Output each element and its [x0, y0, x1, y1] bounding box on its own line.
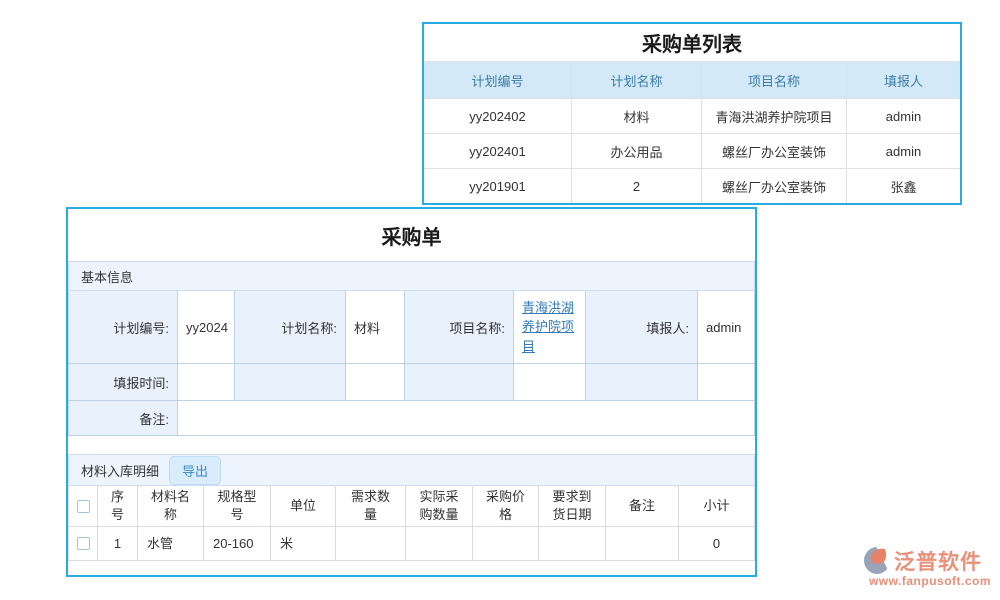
row-select-cell — [69, 527, 98, 560]
table-row[interactable]: yy202401 办公用品 螺丝厂办公室装饰 admin — [424, 133, 960, 168]
cell-plan-no: yy202402 — [424, 99, 572, 133]
column-header-unit: 单位 — [271, 486, 336, 526]
purchase-order-form-panel: 采购单 基本信息 计划编号: yy2024 计划名称: 材料 项目名称: 青海洪… — [66, 207, 757, 577]
cell-spec-model: 20-160 — [204, 527, 271, 560]
form-row-1: 计划编号: yy2024 计划名称: 材料 项目名称: 青海洪湖养护院项目 填报… — [69, 291, 754, 363]
basic-info-section-title: 基本信息 — [81, 267, 133, 286]
column-header-plan-no: 计划编号 — [424, 62, 572, 98]
detail-data-row[interactable]: 1 水管 20-160 米 0 — [69, 526, 754, 561]
detail-header-row: 序号 材料名称 规格型号 单位 需求数量 实际采购数量 采购价格 要求到货日期 … — [69, 486, 754, 526]
empty-value-cell — [698, 364, 754, 400]
fanpu-watermark: 泛普软件 www.fanpusoft.com — [864, 546, 996, 588]
cell-project-name: 螺丝厂办公室装饰 — [702, 169, 847, 203]
cell-material-name: 水管 — [138, 527, 204, 560]
plan-name-value: 材料 — [346, 291, 405, 363]
cell-plan-no: yy201901 — [424, 169, 572, 203]
cell-purchase-price — [473, 527, 539, 560]
select-all-checkbox[interactable] — [77, 500, 90, 513]
column-header-material-name: 材料名称 — [138, 486, 204, 526]
cell-due-date — [539, 527, 606, 560]
empty-value-cell — [346, 364, 405, 400]
basic-info-form: 计划编号: yy2024 计划名称: 材料 项目名称: 青海洪湖养护院项目 填报… — [68, 291, 755, 436]
cell-actual-qty — [406, 527, 473, 560]
cell-demand-qty — [336, 527, 406, 560]
column-header-reporter: 填报人 — [847, 62, 960, 98]
form-row-3: 备注: — [69, 400, 754, 435]
fanpu-logo-icon — [864, 546, 892, 576]
cell-project-name: 青海洪湖养护院项目 — [702, 99, 847, 133]
report-time-value — [178, 364, 235, 400]
material-detail-section-header: 材料入库明细 导出 — [68, 454, 755, 486]
select-all-cell — [69, 486, 98, 526]
column-header-purchase-price: 采购价格 — [473, 486, 539, 526]
material-detail-section-title: 材料入库明细 — [81, 461, 159, 480]
remark-label: 备注: — [69, 401, 178, 435]
report-time-label: 填报时间: — [69, 364, 178, 400]
cell-plan-name: 办公用品 — [572, 134, 702, 168]
basic-info-section-header: 基本信息 — [68, 261, 755, 291]
watermark-site-text: www.fanpusoft.com — [864, 574, 996, 588]
form-panel-title: 采购单 — [68, 209, 755, 261]
form-row-2: 填报时间: — [69, 363, 754, 400]
cell-remark — [606, 527, 679, 560]
watermark-brand-text: 泛普软件 — [894, 546, 982, 576]
row-checkbox[interactable] — [77, 537, 90, 550]
page: 采购单列表 计划编号 计划名称 项目名称 填报人 yy202402 材料 青海洪… — [0, 0, 1000, 600]
cell-reporter: admin — [847, 134, 960, 168]
cell-project-name: 螺丝厂办公室装饰 — [702, 134, 847, 168]
empty-value-cell — [514, 364, 586, 400]
column-header-demand-qty: 需求数量 — [336, 486, 406, 526]
empty-label-cell — [586, 364, 698, 400]
cell-reporter: 张鑫 — [847, 169, 960, 203]
column-header-seq: 序号 — [98, 486, 138, 526]
list-panel-title: 采购单列表 — [424, 24, 960, 62]
table-row[interactable]: yy202402 材料 青海洪湖养护院项目 admin — [424, 98, 960, 133]
cell-subtotal: 0 — [679, 527, 754, 560]
project-name-label: 项目名称: — [405, 291, 514, 363]
column-header-spec-model: 规格型号 — [204, 486, 271, 526]
column-header-actual-qty: 实际采购数量 — [406, 486, 473, 526]
material-detail-table: 序号 材料名称 规格型号 单位 需求数量 实际采购数量 采购价格 要求到货日期 … — [68, 486, 755, 561]
export-button[interactable]: 导出 — [169, 456, 221, 485]
cell-plan-name: 2 — [572, 169, 702, 203]
cell-reporter: admin — [847, 99, 960, 133]
cell-seq: 1 — [98, 527, 138, 560]
reporter-value: admin — [698, 291, 754, 363]
plan-name-label: 计划名称: — [235, 291, 346, 363]
table-row[interactable]: yy201901 2 螺丝厂办公室装饰 张鑫 — [424, 168, 960, 203]
empty-label-cell — [405, 364, 514, 400]
column-header-plan-name: 计划名称 — [572, 62, 702, 98]
list-header-row: 计划编号 计划名称 项目名称 填报人 — [424, 62, 960, 98]
column-header-project-name: 项目名称 — [702, 62, 847, 98]
project-name-cell: 青海洪湖养护院项目 — [514, 291, 586, 363]
column-header-due-date: 要求到货日期 — [539, 486, 606, 526]
cell-plan-no: yy202401 — [424, 134, 572, 168]
column-header-subtotal: 小计 — [679, 486, 754, 526]
plan-no-label: 计划编号: — [69, 291, 178, 363]
column-header-remark: 备注 — [606, 486, 679, 526]
purchase-order-list-panel: 采购单列表 计划编号 计划名称 项目名称 填报人 yy202402 材料 青海洪… — [422, 22, 962, 205]
cell-unit: 米 — [271, 527, 336, 560]
project-name-link[interactable]: 青海洪湖养护院项目 — [522, 298, 585, 357]
reporter-label: 填报人: — [586, 291, 698, 363]
cell-plan-name: 材料 — [572, 99, 702, 133]
plan-no-value: yy2024 — [178, 291, 235, 363]
empty-label-cell — [235, 364, 346, 400]
remark-value — [178, 401, 754, 435]
